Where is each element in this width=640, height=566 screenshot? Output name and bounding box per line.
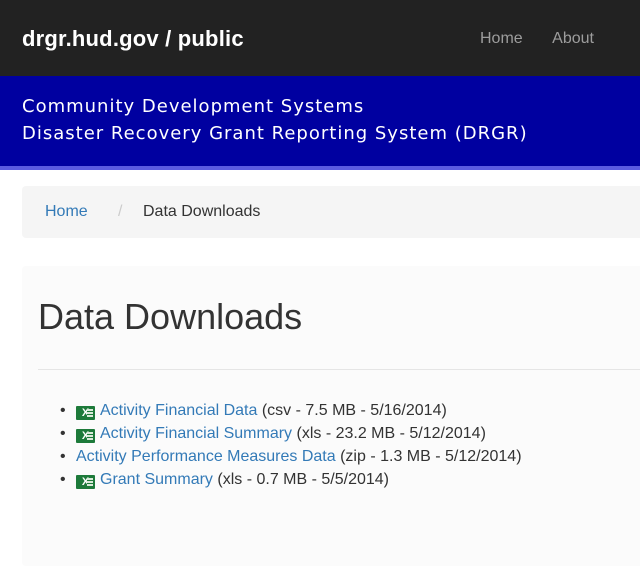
- excel-icon: X: [76, 406, 95, 420]
- title-divider: [38, 369, 640, 370]
- system-banner: Community Development Systems Disaster R…: [0, 76, 640, 170]
- excel-icon: X: [76, 475, 95, 489]
- banner-line-2: Disaster Recovery Grant Reporting System…: [22, 123, 528, 144]
- excel-icon: X: [76, 429, 95, 443]
- download-meta: (csv - 7.5 MB - 5/16/2014): [257, 402, 447, 419]
- bullet: •: [60, 471, 66, 488]
- downloads-panel: Data Downloads • X Activity Financial Dat…: [22, 266, 640, 566]
- site-brand[interactable]: drgr.hud.gov / public: [22, 26, 244, 52]
- nav-links: Home About: [480, 30, 619, 48]
- breadcrumb-current: Data Downloads: [143, 203, 261, 220]
- breadcrumb: Home / Data Downloads: [22, 186, 640, 238]
- download-link-grant-summary[interactable]: Grant Summary: [100, 471, 213, 488]
- nav-link-about[interactable]: About: [552, 30, 594, 48]
- list-item: • X Activity Financial Summary (xls - 23.…: [60, 425, 522, 448]
- top-navbar: drgr.hud.gov / public Home About: [0, 0, 640, 76]
- list-item: • Activity Performance Measures Data (zi…: [60, 448, 522, 471]
- bullet: •: [60, 402, 66, 419]
- breadcrumb-separator: /: [118, 203, 123, 220]
- download-meta: (xls - 23.2 MB - 5/12/2014): [292, 425, 486, 442]
- list-item: • X Activity Financial Data (csv - 7.5 MB…: [60, 402, 522, 425]
- download-meta: (zip - 1.3 MB - 5/12/2014): [335, 448, 522, 465]
- banner-line-1: Community Development Systems: [22, 96, 365, 117]
- download-link-activity-financial-summary[interactable]: Activity Financial Summary: [100, 425, 292, 442]
- download-link-activity-financial-data[interactable]: Activity Financial Data: [100, 402, 257, 419]
- bullet: •: [60, 448, 66, 465]
- download-link-activity-performance-measures[interactable]: Activity Performance Measures Data: [76, 448, 336, 465]
- breadcrumb-home-link[interactable]: Home: [45, 203, 88, 221]
- list-item: • X Grant Summary (xls - 0.7 MB - 5/5/201…: [60, 471, 522, 494]
- downloads-list: • X Activity Financial Data (csv - 7.5 MB…: [60, 402, 522, 494]
- page-title: Data Downloads: [38, 296, 303, 337]
- bullet: •: [60, 425, 66, 442]
- download-meta: (xls - 0.7 MB - 5/5/2014): [212, 471, 389, 488]
- nav-link-home[interactable]: Home: [480, 30, 523, 48]
